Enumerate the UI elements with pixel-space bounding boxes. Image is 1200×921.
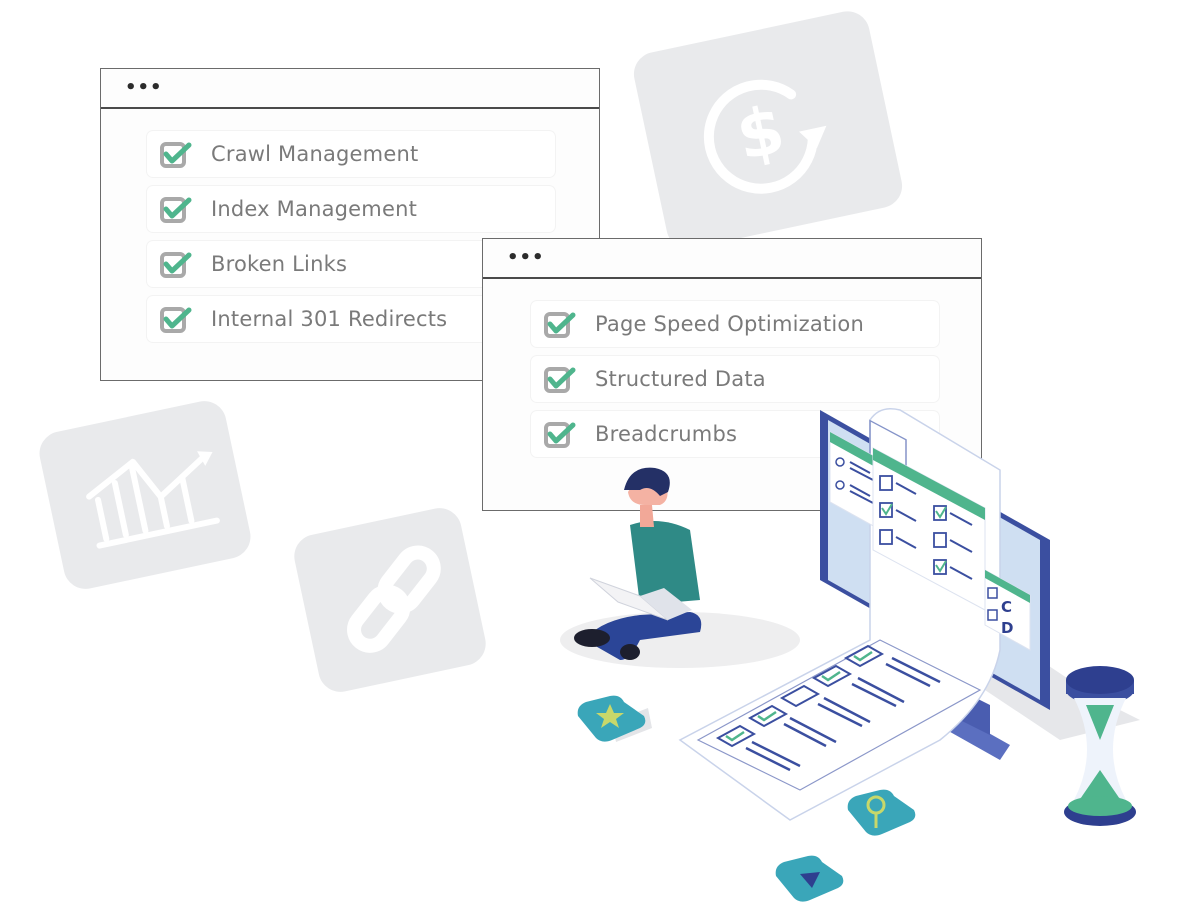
checklist-label: Structured Data — [595, 367, 766, 391]
floor-checkbox — [811, 664, 853, 688]
checklist-label: Index Management — [211, 197, 418, 221]
chart-tile — [35, 396, 255, 594]
checklist-label: Page Speed Optimization — [595, 312, 864, 336]
checkbox-checked-icon[interactable] — [159, 249, 193, 279]
answer-option-c: C — [1001, 598, 1012, 616]
menu-dots-icon[interactable]: ••• — [507, 249, 545, 267]
checkbox-checked-icon[interactable] — [159, 139, 193, 169]
checklist-label: Breadcrumbs — [595, 422, 738, 446]
checklist-label: Crawl Management — [211, 142, 419, 166]
checklist-label: Broken Links — [211, 252, 348, 276]
checklist-item[interactable]: Breadcrumbs — [531, 411, 939, 457]
magnifier-button — [847, 789, 916, 836]
person-shadow — [560, 612, 800, 668]
checkbox-checked-icon[interactable] — [543, 364, 577, 394]
svg-text:$: $ — [730, 91, 791, 176]
floor-checkbox — [715, 724, 757, 748]
checklist-item[interactable]: Index Management — [147, 186, 555, 232]
magnifier-icon — [866, 795, 886, 815]
link-tile — [290, 504, 490, 696]
play-button — [775, 855, 844, 902]
checklist-item[interactable]: Structured Data — [531, 356, 939, 402]
checklist-label: Internal 301 Redirects — [211, 307, 448, 331]
checkbox-checked-icon[interactable] — [543, 309, 577, 339]
checkbox-checked-icon[interactable] — [543, 419, 577, 449]
window-primary-titlebar: ••• — [101, 69, 599, 109]
star-button — [577, 695, 652, 742]
link-chain-icon — [347, 545, 441, 653]
menu-dots-icon[interactable]: ••• — [125, 79, 163, 97]
checklist-item[interactable]: Crawl Management — [147, 131, 555, 177]
play-icon — [800, 872, 820, 888]
dollar-refresh-icon: $ — [703, 79, 827, 194]
checkbox-checked-icon[interactable] — [159, 304, 193, 334]
growth-chart-icon — [86, 451, 220, 549]
floor-checkbox — [843, 644, 885, 668]
checklist-item[interactable]: Page Speed Optimization — [531, 301, 939, 347]
floor-checkbox — [779, 684, 821, 708]
floor-checkbox — [747, 704, 789, 728]
answer-card — [984, 569, 1031, 651]
window-secondary: ••• Page Speed Optimization Structured D… — [482, 238, 982, 511]
floor-sheet — [696, 639, 982, 791]
monitor-shadow — [940, 620, 1140, 740]
answer-option-d: D — [1001, 619, 1013, 637]
window-secondary-titlebar: ••• — [483, 239, 981, 279]
star-icon — [596, 704, 624, 728]
checkbox-checked-icon[interactable] — [159, 194, 193, 224]
hourglass-icon — [1064, 666, 1136, 826]
dollar-tile: $ — [629, 7, 907, 253]
